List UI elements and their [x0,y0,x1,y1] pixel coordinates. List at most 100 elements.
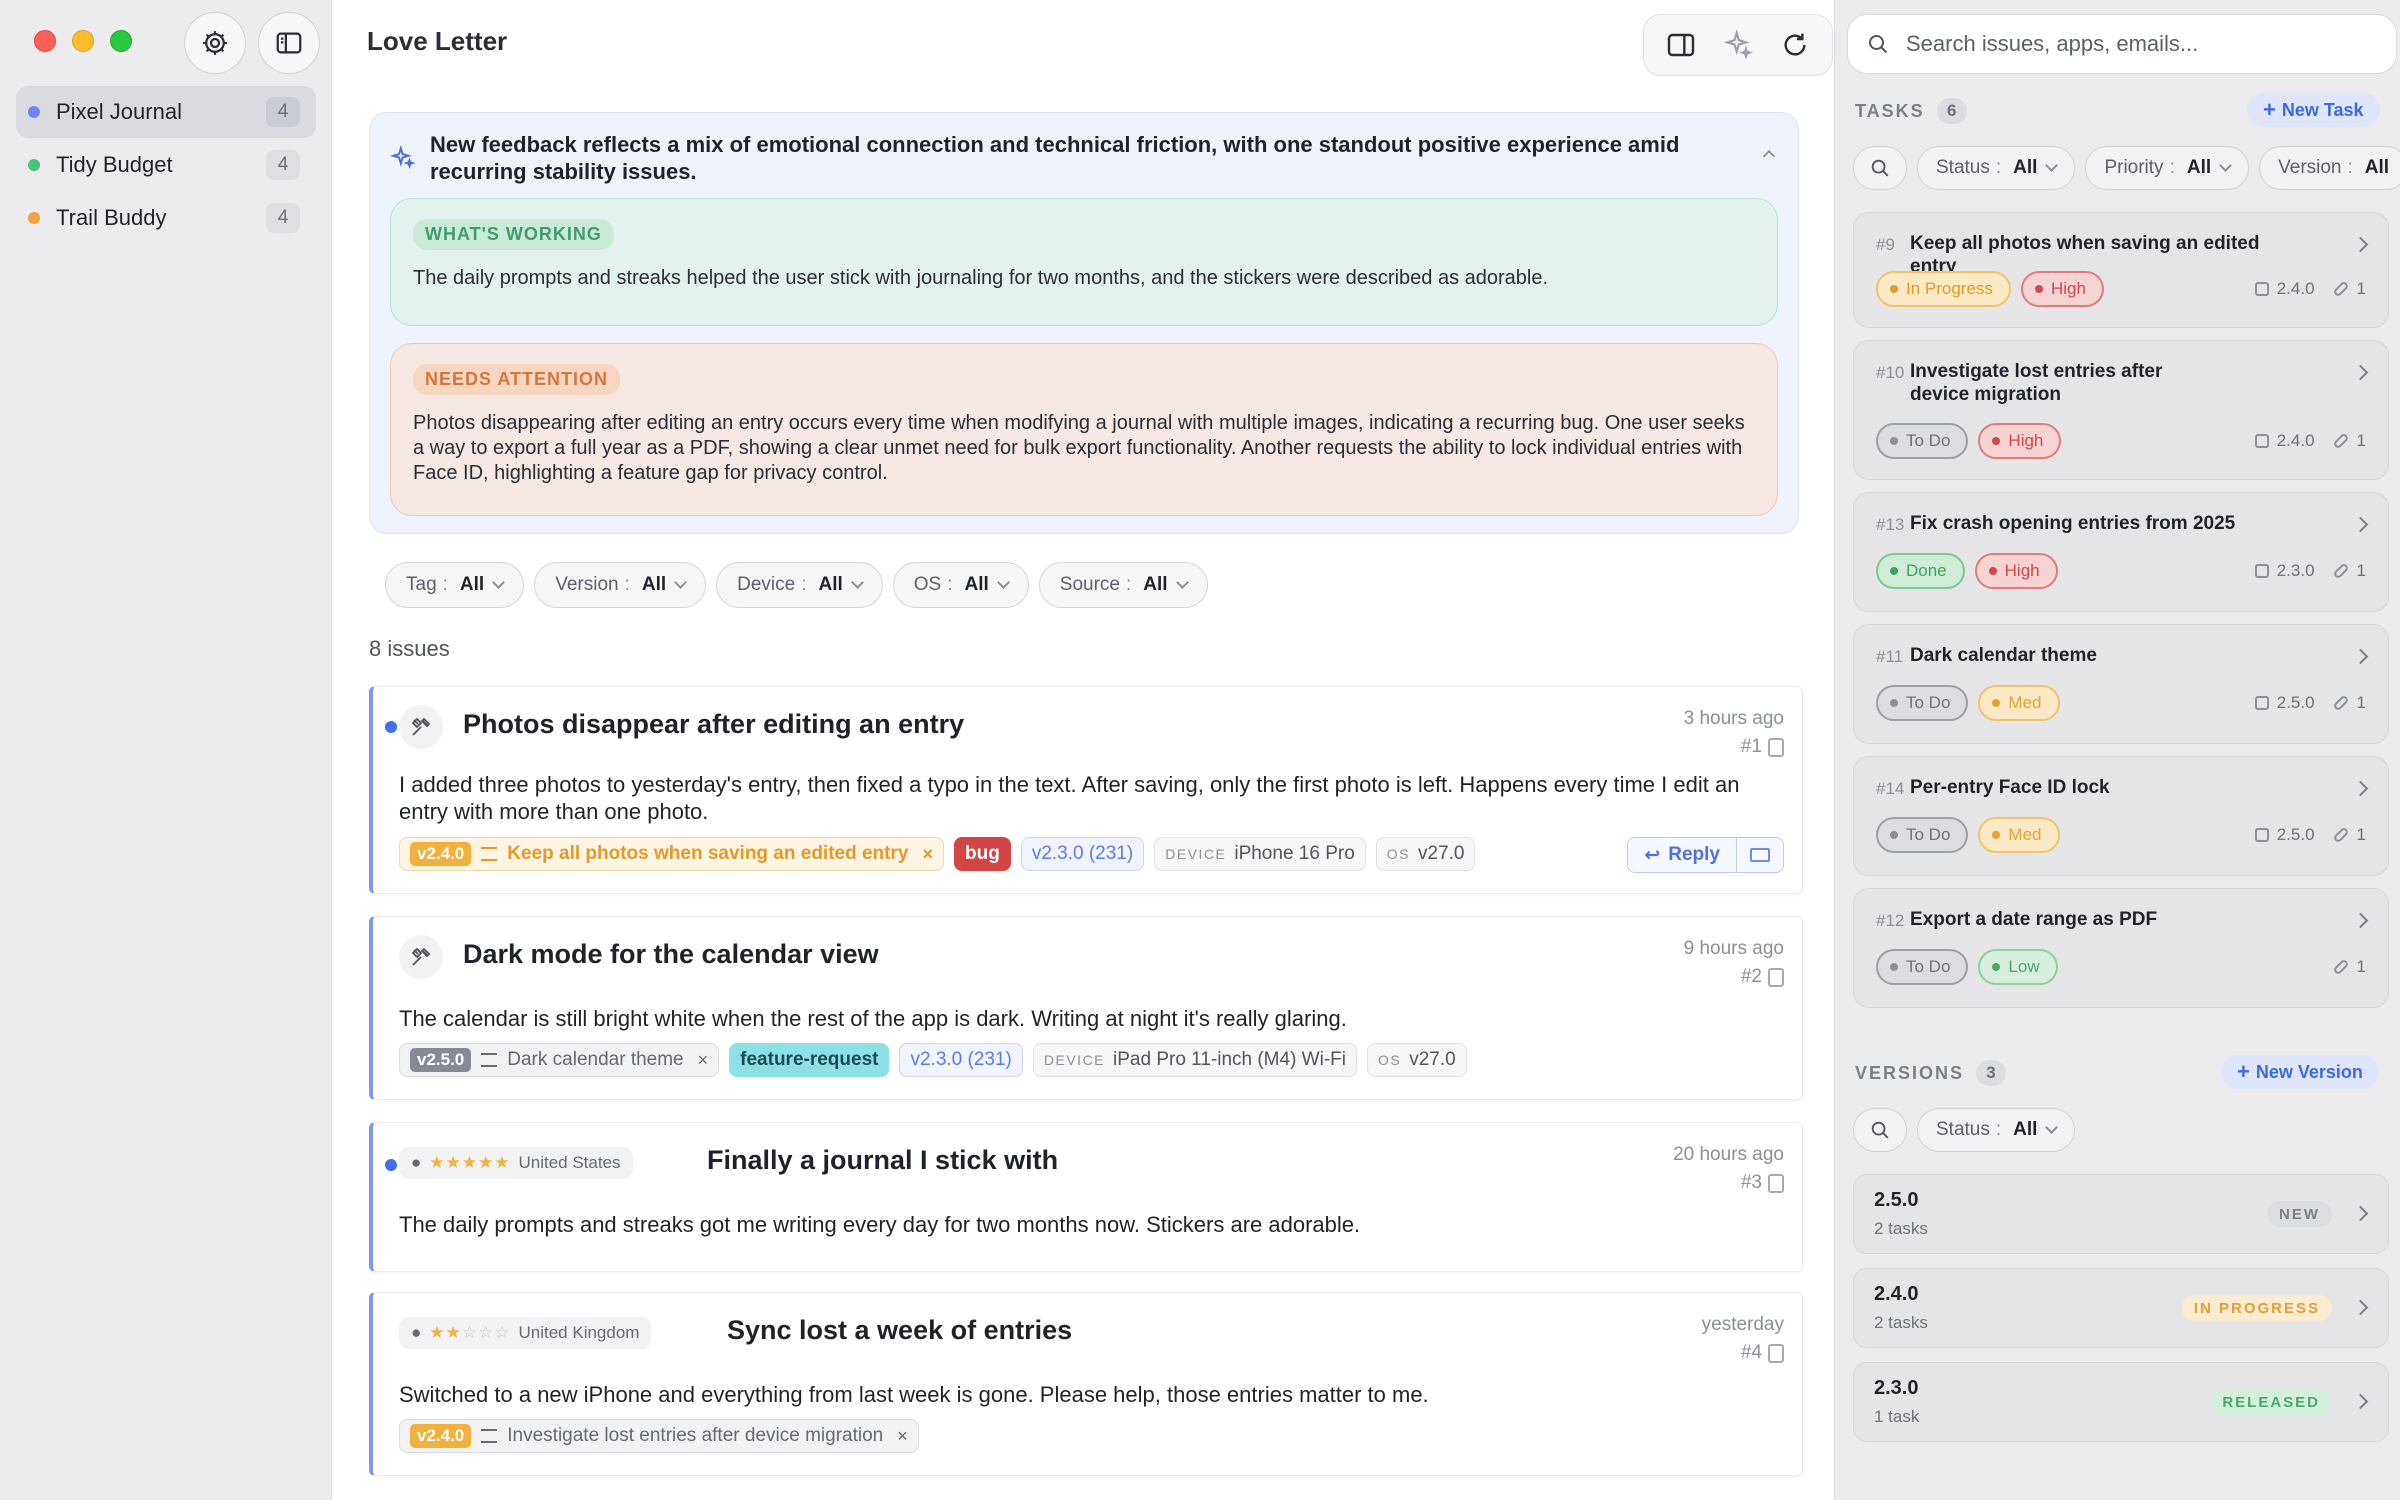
version-card[interactable]: 2.3.0 1 task RELEASED [1853,1362,2389,1442]
settings-button[interactable] [184,12,246,74]
compose-email-button[interactable] [1737,848,1783,862]
status-pill: To Do [1876,817,1969,853]
chevron-up-icon[interactable] [1758,143,1780,165]
minimize-window-button[interactable] [72,30,94,52]
close-icon[interactable]: × [897,1426,908,1447]
tools-icon [399,705,443,749]
app-item-pixel-journal[interactable]: Pixel Journal 4 [16,86,316,138]
version-card[interactable]: 2.5.0 2 tasks NEW [1853,1174,2389,1254]
filter-os[interactable]: OS: All [892,562,1029,608]
task-card[interactable]: #9 Keep all photos when saving an edited… [1853,212,2389,328]
filter-version[interactable]: Version: All [534,562,707,608]
filter-label: OS [913,574,942,595]
refresh-button[interactable] [1774,24,1816,66]
task-list-icon [481,847,498,861]
search-icon [1871,1121,1889,1139]
filter-source[interactable]: Source: All [1038,562,1208,608]
task-filter-status[interactable]: Status: All [1917,146,2076,190]
close-icon[interactable]: × [922,844,933,865]
version-card[interactable]: 2.4.0 2 tasks IN PROGRESS [1853,1268,2389,1348]
version-list: 2.5.0 2 tasks NEW 2.4.0 2 tasks IN PROGR… [1853,1174,2389,1456]
zoom-window-button[interactable] [110,30,132,52]
issue-meta: 9 hours ago #2 [1684,935,1784,991]
toggle-sidebar-button[interactable] [258,12,320,74]
issue-count: 8 issues [369,636,450,661]
chevron-down-icon [996,575,1010,589]
filter-value: All [818,574,843,595]
version-filter-status[interactable]: Status: All [1917,1108,2076,1152]
linked-task-chip[interactable]: v2.4.0 Investigate lost entries after dev… [399,1419,919,1453]
needs-attention-label: NEEDS ATTENTION [413,364,621,395]
version-search-button[interactable] [1853,1108,1907,1152]
version-task-count: 2 tasks [1874,1313,1928,1332]
filter-label: Source [1059,574,1120,595]
version-name: 2.5.0 [1874,1189,1919,1211]
issue-card[interactable]: ● ★★★★★ United States Finally a journal … [369,1122,1803,1272]
priority-pill: Med [1978,817,2060,853]
issue-number: #1 [1740,736,1762,757]
link-icon [2332,826,2350,844]
app-item-trail-buddy[interactable]: Trail Buddy 4 [16,192,316,244]
tag-feature-request[interactable]: feature-request [729,1043,890,1077]
chevron-down-icon [2045,158,2059,172]
split-view-icon [1667,33,1694,57]
refresh-icon [1784,33,1806,56]
version-status-badge: RELEASED [2210,1389,2332,1415]
app-issue-count: 4 [266,150,300,180]
app-item-tidy-budget[interactable]: Tidy Budget 4 [16,139,316,191]
plus-icon: + [2237,1059,2250,1084]
new-task-button[interactable]: + New Task [2247,93,2380,127]
copy-icon[interactable] [1768,737,1784,757]
build-tag: v2.3.0 (231) [899,1043,1023,1077]
linked-task-chip[interactable]: v2.5.0 Dark calendar theme × [399,1043,720,1077]
version-filters: Status: All [1853,1108,2076,1152]
reply-button[interactable]: ↩ Reply [1628,838,1737,872]
global-search[interactable]: Search issues, apps, emails... [1847,14,2397,74]
linked-task-chip[interactable]: v2.4.0 Keep all photos when saving an edi… [399,837,944,871]
whats-working-card: WHAT'S WORKING The daily prompts and str… [390,198,1778,326]
issue-card[interactable]: Photos disappear after editing an entry … [369,686,1803,894]
task-card[interactable]: #13 Fix crash opening entries from 2025 … [1853,492,2389,612]
task-title: Fix crash opening entries from 2025 [1910,513,2236,534]
tag-bug[interactable]: bug [953,837,1011,871]
copy-icon[interactable] [1768,967,1784,987]
task-number: #9 [1876,235,1895,254]
search-icon [1869,35,1888,54]
filter-device[interactable]: Device: All [716,562,883,608]
issue-card[interactable]: Dark mode for the calendar view 9 hours … [369,916,1803,1100]
task-card[interactable]: #12 Export a date range as PDF To Do Low… [1853,888,2389,1008]
close-window-button[interactable] [34,30,56,52]
status-pill: Done [1876,553,1965,589]
app-name: Pixel Journal [56,99,182,124]
issue-number: #4 [1740,1342,1762,1363]
issue-card[interactable]: ● ★★☆☆☆ United Kingdom Sync lost a week … [369,1292,1803,1476]
task-card[interactable]: #14 Per-entry Face ID lock To Do Med 2.5… [1853,756,2389,876]
filter-tag[interactable]: Tag: All [385,562,525,608]
inspector-toggle-button[interactable] [1660,24,1702,66]
task-filter-version[interactable]: Version: All [2259,146,2400,190]
new-version-button[interactable]: + New Version [2221,1055,2379,1089]
task-number: #11 [1876,647,1904,666]
ai-summary-button[interactable] [1717,24,1759,66]
task-search-button[interactable] [1853,146,1907,190]
priority-pill: High [1978,423,2062,459]
task-number: #10 [1876,363,1905,382]
chevron-right-icon [2352,648,2369,665]
filter-label: Device [737,574,796,595]
copy-icon[interactable] [1768,1343,1784,1363]
task-filter-priority[interactable]: Priority: All [2085,146,2250,190]
app-color-dot [28,159,40,171]
task-card[interactable]: #10 Investigate lost entries after devic… [1853,340,2389,480]
close-icon[interactable]: × [698,1050,709,1071]
task-list-icon [481,1053,498,1067]
status-pill: To Do [1876,949,1969,985]
task-card[interactable]: #11 Dark calendar theme To Do Med 2.5.0 1 [1853,624,2389,744]
task-title: Dark calendar theme [1910,645,2097,666]
version-status-badge: IN PROGRESS [2181,1295,2332,1321]
versions-count: 3 [1976,1060,2007,1086]
copy-icon[interactable] [1768,1173,1784,1193]
issue-body: Switched to a new iPhone and everything … [399,1382,1429,1407]
box-icon [2254,696,2269,710]
star-rating: ★★★★★ [429,1153,511,1172]
link-icon [2332,280,2350,298]
